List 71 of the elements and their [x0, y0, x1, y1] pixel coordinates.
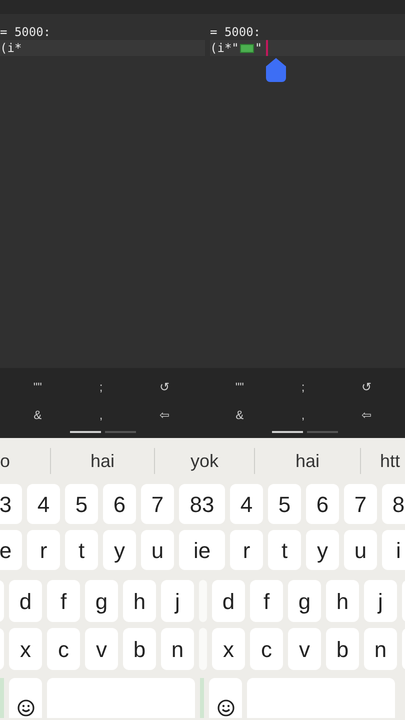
key[interactable]: h	[123, 580, 156, 622]
key[interactable]: g	[85, 580, 118, 622]
key[interactable]: ie	[179, 530, 225, 570]
banknote-icon	[240, 44, 254, 52]
emoji-key[interactable]	[209, 678, 242, 718]
key[interactable]: 4	[27, 484, 60, 524]
extra-key[interactable]: ;	[69, 373, 133, 401]
key[interactable]: b	[326, 628, 359, 670]
cursor-handle[interactable]	[266, 58, 286, 82]
key[interactable]: c	[250, 628, 283, 670]
key[interactable]: v	[85, 628, 118, 670]
key[interactable]: y	[306, 530, 339, 570]
key[interactable]: 7	[344, 484, 377, 524]
extra-key[interactable]: ,	[271, 401, 335, 429]
extra-key[interactable]: ;	[271, 373, 335, 401]
text-cursor	[266, 40, 268, 56]
key[interactable]: n	[161, 628, 194, 670]
key[interactable]: t	[268, 530, 301, 570]
extra-key[interactable]: ⇦	[334, 401, 398, 429]
key[interactable]: e	[0, 530, 22, 570]
extra-key[interactable]: ""	[6, 373, 70, 401]
key[interactable]: d	[212, 580, 245, 622]
key[interactable]: 6	[306, 484, 339, 524]
code-text: "	[254, 40, 262, 57]
extra-key[interactable]: &	[6, 401, 70, 429]
suggestion[interactable]: yok	[155, 448, 254, 474]
extra-key[interactable]: ↺	[334, 373, 398, 401]
key[interactable]: 7	[141, 484, 174, 524]
key[interactable]: b	[123, 628, 156, 670]
smiley-icon	[216, 699, 234, 717]
code-text: = 5000:	[210, 24, 261, 41]
key[interactable]: h	[326, 580, 359, 622]
key[interactable]: r	[27, 530, 60, 570]
extra-key[interactable]: ↺	[132, 373, 196, 401]
key[interactable]: t	[65, 530, 98, 570]
key[interactable]: g	[288, 580, 321, 622]
code-text: (i*"	[210, 40, 239, 57]
emoji-key[interactable]	[9, 678, 42, 718]
key[interactable]: j	[161, 580, 194, 622]
code-text: = 5000:	[0, 24, 51, 41]
key[interactable]: x	[9, 628, 42, 670]
key[interactable]: u	[344, 530, 377, 570]
smiley-icon	[16, 699, 34, 717]
key[interactable]: 4	[230, 484, 263, 524]
key[interactable]: n	[364, 628, 397, 670]
key[interactable]: u	[141, 530, 174, 570]
key[interactable]: x	[212, 628, 245, 670]
key[interactable]: i	[382, 530, 405, 570]
key[interactable]: 8	[382, 484, 405, 524]
code-text: (i*	[0, 40, 22, 57]
key[interactable]: 83	[179, 484, 225, 524]
key[interactable]: y	[103, 530, 136, 570]
key[interactable]: 5	[268, 484, 301, 524]
key[interactable]: d	[9, 580, 42, 622]
suggestion[interactable]: htt	[361, 448, 405, 474]
key[interactable]: v	[288, 628, 321, 670]
suggestion[interactable]: hai	[255, 448, 360, 474]
extra-key[interactable]: ,	[69, 401, 133, 429]
key[interactable]: j	[364, 580, 397, 622]
suggestion[interactable]: hai	[51, 448, 154, 474]
extra-key[interactable]: ⇦	[132, 401, 196, 429]
key[interactable]: f	[47, 580, 80, 622]
key[interactable]: 6	[103, 484, 136, 524]
key[interactable]: c	[47, 628, 80, 670]
key[interactable]: f	[250, 580, 283, 622]
suggestion[interactable]: o	[0, 448, 50, 474]
key[interactable]: 5	[65, 484, 98, 524]
key[interactable]: 3	[0, 484, 22, 524]
key[interactable]: r	[230, 530, 263, 570]
extra-key[interactable]: &	[208, 401, 272, 429]
extra-key[interactable]: ""	[208, 373, 272, 401]
